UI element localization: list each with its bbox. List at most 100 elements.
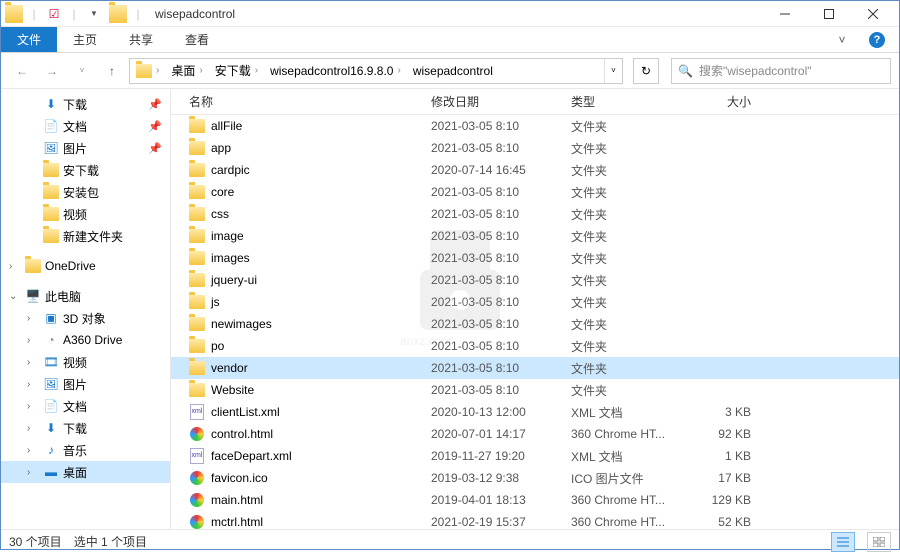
nav-thispc-item[interactable]: ›⬇下载 [1, 417, 170, 439]
file-size: 92 KB [691, 427, 771, 441]
col-size[interactable]: 大小 [691, 93, 771, 110]
help-button[interactable]: ? [855, 27, 899, 52]
breadcrumb-seg[interactable]: 桌面› [165, 59, 208, 83]
nav-item-label: A360 Drive [63, 333, 122, 347]
table-row[interactable]: jquery-ui2021-03-05 8:10文件夹 [171, 269, 899, 291]
folder-icon [189, 206, 205, 222]
col-type[interactable]: 类型 [571, 93, 691, 110]
nav-item-label: 文档 [63, 398, 87, 415]
close-button[interactable] [851, 2, 895, 26]
html-icon [189, 426, 205, 442]
dropdown-icon[interactable]: ▼ [85, 5, 103, 23]
refresh-button[interactable]: ↻ [633, 58, 659, 84]
table-row[interactable]: css2021-03-05 8:10文件夹 [171, 203, 899, 225]
window-title: wisepadcontrol [155, 7, 235, 21]
table-row[interactable]: Website2021-03-05 8:10文件夹 [171, 379, 899, 401]
nav-thispc-item[interactable]: ›📄文档 [1, 395, 170, 417]
file-type: 文件夹 [571, 316, 691, 333]
table-row[interactable]: control.html2020-07-01 14:17360 Chrome H… [171, 423, 899, 445]
search-input[interactable]: 🔍 搜索"wisepadcontrol" [671, 58, 891, 84]
expand-ribbon-button[interactable]: ˅ [829, 27, 855, 53]
table-row[interactable]: allFile2021-03-05 8:10文件夹 [171, 115, 899, 137]
file-rows[interactable]: allFile2021-03-05 8:10文件夹app2021-03-05 8… [171, 115, 899, 529]
tab-file[interactable]: 文件 [1, 27, 57, 52]
nav-onedrive[interactable]: ›OneDrive [1, 255, 170, 277]
nav-item-label: 安装包 [63, 184, 99, 201]
table-row[interactable]: xmlfaceDepart.xml2019-11-27 19:20XML 文档1… [171, 445, 899, 467]
table-row[interactable]: main.html2019-04-01 18:13360 Chrome HT..… [171, 489, 899, 511]
file-type: 文件夹 [571, 338, 691, 355]
file-type: 360 Chrome HT... [571, 427, 691, 441]
table-row[interactable]: newimages2021-03-05 8:10文件夹 [171, 313, 899, 335]
tab-view[interactable]: 查看 [169, 27, 225, 52]
file-date: 2020-10-13 12:00 [431, 405, 571, 419]
file-type: XML 文档 [571, 448, 691, 465]
nav-item-label: 新建文件夹 [63, 228, 123, 245]
breadcrumb-seg[interactable]: wisepadcontrol [407, 59, 499, 83]
table-row[interactable]: cardpic2020-07-14 16:45文件夹 [171, 159, 899, 181]
nav-thispc-item[interactable]: ›▣3D 对象 [1, 307, 170, 329]
file-date: 2021-03-05 8:10 [431, 185, 571, 199]
xml-icon: xml [189, 448, 205, 464]
file-name: js [211, 295, 220, 309]
back-button[interactable]: ← [9, 58, 35, 84]
file-name: po [211, 339, 224, 353]
tab-home[interactable]: 主页 [57, 27, 113, 52]
nav-quickaccess-item[interactable]: 安下载 [1, 159, 170, 181]
video-icon: 🎞 [43, 354, 59, 370]
breadcrumb[interactable]: › 桌面› 安下载› wisepadcontrol16.9.8.0› wisep… [129, 58, 623, 84]
nav-quickaccess-item[interactable]: 📄文档📌 [1, 115, 170, 137]
table-row[interactable]: mctrl.html2021-02-19 15:37360 Chrome HT.… [171, 511, 899, 529]
table-row[interactable]: js2021-03-05 8:10文件夹 [171, 291, 899, 313]
divider-icon: | [65, 5, 83, 23]
up-button[interactable]: ↑ [99, 58, 125, 84]
nav-item-label: 视频 [63, 354, 87, 371]
col-date[interactable]: 修改日期 [431, 93, 571, 110]
file-type: 文件夹 [571, 382, 691, 399]
nav-thispc-item[interactable]: ›🖼图片 [1, 373, 170, 395]
column-headers[interactable]: 名称 修改日期 类型 大小 [171, 89, 899, 115]
nav-quickaccess-item[interactable]: 视频 [1, 203, 170, 225]
music-icon: ♪ [43, 442, 59, 458]
nav-thispc-item[interactable]: ›◔A360 Drive [1, 329, 170, 351]
file-name: clientList.xml [211, 405, 280, 419]
recent-button[interactable]: ˅ [69, 58, 95, 84]
table-row[interactable]: image2021-03-05 8:10文件夹 [171, 225, 899, 247]
nav-quickaccess-item[interactable]: ⬇下载📌 [1, 93, 170, 115]
table-row[interactable]: favicon.ico2019-03-12 9:38ICO 图片文件17 KB [171, 467, 899, 489]
breadcrumb-dropdown[interactable]: ˅ [604, 59, 622, 83]
nav-thispc-item[interactable]: ›🎞视频 [1, 351, 170, 373]
maximize-button[interactable] [807, 2, 851, 26]
table-row[interactable]: images2021-03-05 8:10文件夹 [171, 247, 899, 269]
nav-quickaccess-item[interactable]: 新建文件夹 [1, 225, 170, 247]
breadcrumb-root[interactable]: › [130, 59, 165, 83]
tab-share[interactable]: 共享 [113, 27, 169, 52]
table-row[interactable]: app2021-03-05 8:10文件夹 [171, 137, 899, 159]
minimize-button[interactable] [763, 2, 807, 26]
breadcrumb-seg[interactable]: wisepadcontrol16.9.8.0› [264, 59, 407, 83]
navigation-pane[interactable]: ⬇下载📌📄文档📌🖼图片📌安下载安装包视频新建文件夹 ›OneDrive ⌄🖥️此… [1, 89, 171, 529]
table-row[interactable]: xmlclientList.xml2020-10-13 12:00XML 文档3… [171, 401, 899, 423]
nav-thispc-item[interactable]: ›▬桌面 [1, 461, 170, 483]
nav-quickaccess-item[interactable]: 安装包 [1, 181, 170, 203]
nav-thispc[interactable]: ⌄🖥️此电脑 [1, 285, 170, 307]
details-view-button[interactable] [831, 532, 855, 552]
table-row[interactable]: po2021-03-05 8:10文件夹 [171, 335, 899, 357]
folder-icon [189, 162, 205, 178]
file-name: core [211, 185, 234, 199]
col-name[interactable]: 名称 [171, 93, 431, 110]
breadcrumb-seg[interactable]: 安下载› [209, 59, 264, 83]
checkmark-icon[interactable]: ☑ [45, 5, 63, 23]
html-icon [189, 492, 205, 508]
folder-icon [189, 338, 205, 354]
file-name: newimages [211, 317, 272, 331]
address-bar-row: ← → ˅ ↑ › 桌面› 安下载› wisepadcontrol16.9.8.… [1, 53, 899, 89]
table-row[interactable]: core2021-03-05 8:10文件夹 [171, 181, 899, 203]
icons-view-button[interactable] [867, 532, 891, 552]
file-type: XML 文档 [571, 404, 691, 421]
forward-button[interactable]: → [39, 58, 65, 84]
nav-thispc-item[interactable]: ›♪音乐 [1, 439, 170, 461]
table-row[interactable]: vendor2021-03-05 8:10文件夹 [171, 357, 899, 379]
nav-quickaccess-item[interactable]: 🖼图片📌 [1, 137, 170, 159]
divider-icon: | [25, 5, 43, 23]
